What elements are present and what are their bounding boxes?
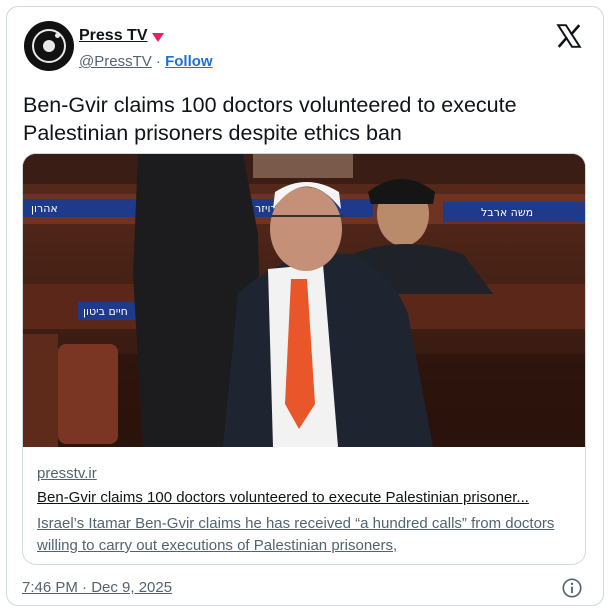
- tweet-text: Ben-Gvir claims 100 doctors volunteered …: [23, 93, 517, 145]
- link-description[interactable]: Israel’s Itamar Ben-Gvir claims he has r…: [37, 513, 567, 557]
- x-logo-icon[interactable]: [556, 23, 582, 49]
- info-icon[interactable]: [561, 577, 583, 599]
- account-handle[interactable]: @PressTV: [79, 53, 152, 70]
- link-domain[interactable]: presstv.ir: [37, 465, 97, 482]
- separator-dot: ·: [155, 53, 161, 70]
- avatar-dot: [55, 33, 60, 38]
- link-preview-card[interactable]: אהרון יצחק קרויזר משה ארבל חיים ביטון p: [22, 153, 586, 565]
- avatar-core: [43, 40, 55, 52]
- presstv-logo-avatar[interactable]: [24, 21, 74, 71]
- article-photo[interactable]: אהרון יצחק קרויזר משה ארבל חיים ביטון: [23, 154, 585, 447]
- red-triangle-badge-icon: [152, 32, 165, 42]
- account-handle-row: @PressTV · Follow: [79, 53, 213, 70]
- tweet-timestamp[interactable]: 7:46 PM · Dec 9, 2025: [22, 579, 172, 596]
- nameplate-right: משה ארבל: [481, 206, 533, 219]
- nameplate-top-left: אהרון: [31, 202, 58, 215]
- account-name[interactable]: Press TV: [79, 27, 147, 45]
- tweet-embed-card: Press TV @PressTV · Follow Ben-Gvir clai…: [6, 6, 604, 606]
- nameplate-lower-left: חיים ביטון: [83, 305, 128, 318]
- account-name-row: Press TV: [79, 27, 165, 45]
- link-title[interactable]: Ben-Gvir claims 100 doctors volunteered …: [37, 489, 577, 506]
- follow-link[interactable]: Follow: [165, 53, 213, 70]
